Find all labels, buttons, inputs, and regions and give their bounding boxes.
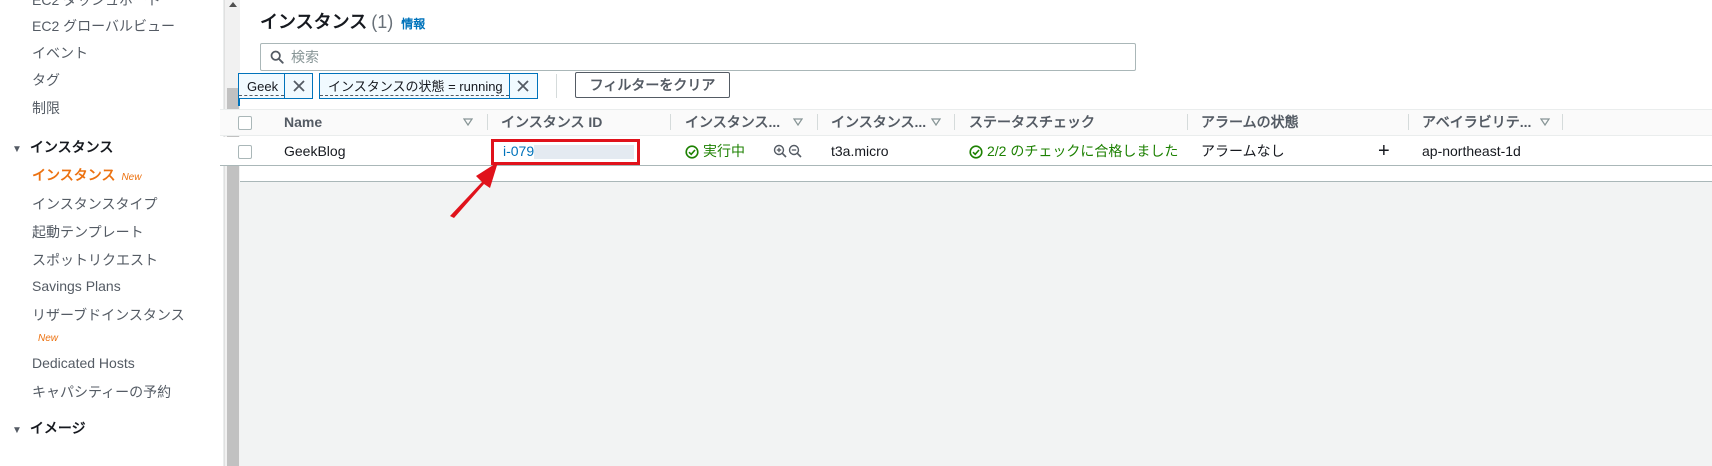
annotation-arrow-icon	[450, 162, 498, 218]
sidebar-item-limits[interactable]: 制限	[32, 98, 60, 118]
scroll-up-arrow-icon[interactable]	[229, 2, 237, 7]
column-divider[interactable]	[954, 114, 955, 130]
caret-down-icon: ▼	[12, 144, 22, 155]
sort-icon[interactable]	[1540, 117, 1550, 127]
column-header-instance-state[interactable]: インスタンス...	[685, 107, 780, 137]
search-input[interactable]	[291, 47, 1121, 67]
sidebar-item-savings-plans[interactable]: Savings Plans	[32, 278, 121, 294]
sort-icon[interactable]	[463, 117, 473, 127]
column-divider[interactable]	[487, 114, 488, 130]
check-circle-icon	[685, 145, 699, 159]
sidebar-item-ec2-global-view[interactable]: EC2 グローバルビュー	[32, 16, 175, 36]
main-content: インスタンス (1) 情報	[238, 0, 1712, 466]
page-title: インスタンス	[260, 12, 368, 32]
cell-instance-state: 実行中	[685, 137, 745, 166]
sidebar-item-ec2-dashboard[interactable]: EC2 ダッシュボード	[32, 0, 161, 10]
filter-token-label[interactable]: インスタンスの状態 = running	[320, 79, 509, 96]
search-icon	[270, 50, 284, 64]
column-header-name[interactable]: Name	[284, 107, 322, 137]
sidebar-section-images[interactable]: ▼ イメージ	[12, 418, 86, 438]
sidebar-item-launch-templates[interactable]: 起動テンプレート	[32, 222, 144, 242]
close-icon	[517, 80, 529, 92]
sidebar-item-spot-requests[interactable]: スポットリクエスト	[32, 250, 158, 270]
zoom-in-icon[interactable]	[773, 144, 787, 158]
column-header-instance-type[interactable]: インスタンス...	[831, 107, 926, 137]
column-header-availability-zone[interactable]: アベイラビリテ...	[1422, 107, 1531, 137]
sort-icon[interactable]	[931, 117, 941, 127]
column-header-alarm-status[interactable]: アラームの状態	[1201, 107, 1299, 137]
search-box[interactable]	[260, 43, 1136, 71]
clear-filters-button[interactable]: フィルターをクリア	[575, 72, 730, 98]
info-link[interactable]: 情報	[401, 17, 425, 31]
add-alarm-button[interactable]: +	[1378, 137, 1390, 166]
filter-token-instance-state: インスタンスの状態 = running	[319, 73, 538, 99]
column-header-instance-id[interactable]: インスタンス ID	[501, 107, 602, 137]
filter-token-geek: Geek	[238, 73, 314, 99]
column-divider[interactable]	[1562, 114, 1563, 130]
sidebar-item-reserved-instances[interactable]: リザーブドインスタンス	[32, 305, 185, 325]
cell-availability-zone: ap-northeast-1d	[1422, 143, 1521, 159]
new-badge: New	[38, 333, 59, 344]
cell-alarm-status: アラームなし	[1201, 143, 1285, 159]
sidebar-scrollbar[interactable]	[224, 0, 240, 466]
sidebar-section-instances[interactable]: ▼ インスタンス	[12, 137, 113, 157]
column-divider[interactable]	[670, 114, 671, 130]
check-circle-icon	[969, 145, 983, 159]
remove-filter-button[interactable]	[284, 74, 312, 98]
page-header: インスタンス (1) 情報	[260, 8, 425, 34]
sidebar-item-events[interactable]: イベント	[32, 43, 88, 63]
cell-instance-type: t3a.micro	[831, 143, 889, 159]
select-all-checkbox[interactable]	[238, 116, 252, 130]
sidebar: EC2 ダッシュボード EC2 グローバルビュー イベント タグ 制限 ▼ インス…	[0, 0, 224, 466]
close-icon	[292, 80, 305, 92]
sidebar-item-capacity-reservations[interactable]: キャパシティーの予約	[32, 382, 171, 402]
cell-status-check: 2/2 のチェックに合格しました	[969, 137, 1178, 166]
instance-count: (1)	[371, 12, 394, 32]
sidebar-item-dedicated-hosts[interactable]: Dedicated Hosts	[32, 355, 135, 371]
sidebar-item-tags[interactable]: タグ	[32, 70, 60, 90]
zoom-out-icon[interactable]	[788, 144, 802, 158]
highlight-box	[491, 139, 640, 165]
column-header-status-check[interactable]: ステータスチェック	[969, 107, 1095, 137]
filter-token-label[interactable]: Geek	[239, 79, 285, 96]
sidebar-item-instance-types[interactable]: インスタンスタイプ	[32, 194, 157, 214]
sidebar-item-instances[interactable]: インスタンス New	[32, 165, 141, 185]
filter-divider	[556, 74, 557, 98]
remove-filter-button[interactable]	[508, 74, 537, 98]
sort-icon[interactable]	[793, 117, 803, 127]
caret-down-icon: ▼	[12, 425, 22, 436]
cell-name: GeekBlog	[284, 143, 346, 159]
column-divider[interactable]	[1408, 114, 1409, 130]
new-badge: New	[121, 172, 142, 183]
column-divider[interactable]	[817, 114, 818, 130]
column-divider[interactable]	[1187, 114, 1188, 130]
row-checkbox[interactable]	[238, 145, 252, 159]
